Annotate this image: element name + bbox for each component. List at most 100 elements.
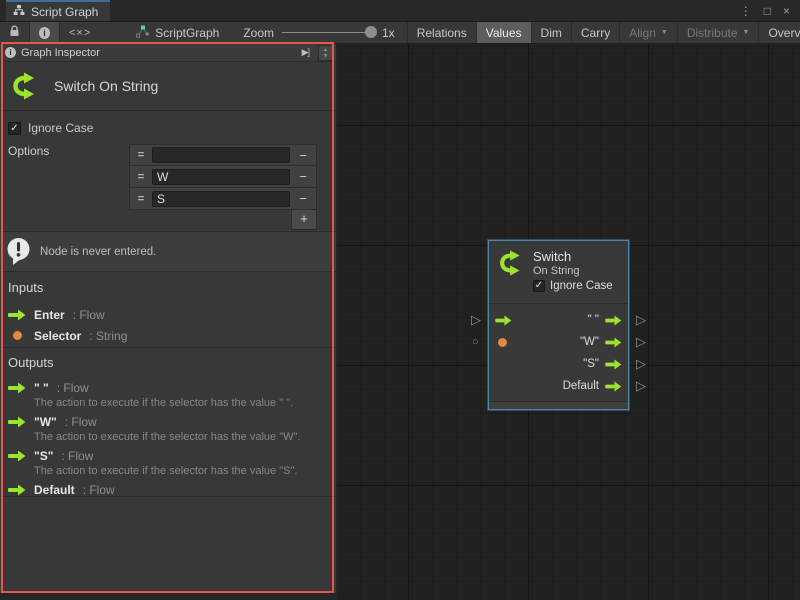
- inputs-heading: Inputs: [8, 280, 328, 295]
- port-type: : String: [89, 329, 127, 343]
- maximize-icon[interactable]: □: [764, 4, 771, 18]
- remove-option-button[interactable]: −: [290, 169, 316, 184]
- ignore-case-checkbox[interactable]: ✓: [533, 280, 545, 292]
- port-description: The action to execute if the selector ha…: [34, 431, 328, 443]
- graph-inspector-header: i Graph Inspector ▶] ▲ ▼: [0, 44, 336, 62]
- zoom-slider[interactable]: [282, 32, 374, 33]
- enter-port-icon[interactable]: [495, 315, 512, 326]
- option-input[interactable]: W: [152, 169, 290, 185]
- node-footer: [489, 401, 628, 409]
- align-button: Align ▼: [620, 22, 678, 43]
- zoom-slider-handle[interactable]: [365, 26, 377, 38]
- external-flow-port-icon[interactable]: ▷: [636, 335, 646, 348]
- switch-node[interactable]: Switch On String ✓ Ignore Case: [488, 240, 629, 410]
- port-type: : Flow: [65, 415, 97, 429]
- port-name: Selector: [34, 329, 81, 343]
- tab-script-graph[interactable]: Script Graph: [6, 0, 110, 21]
- options-label: Options: [8, 144, 49, 158]
- output-port-label: " ": [588, 314, 599, 326]
- flow-out-icon[interactable]: [605, 315, 622, 326]
- zoom-label: Zoom: [243, 26, 274, 40]
- output-port-label: Default: [563, 380, 599, 392]
- external-value-port-icon[interactable]: ○: [472, 336, 479, 349]
- drag-handle-icon[interactable]: =: [130, 149, 152, 161]
- tab-title: Script Graph: [31, 5, 98, 19]
- graph-canvas[interactable]: Switch On String ✓ Ignore Case: [337, 44, 800, 600]
- output-port-row: "W" : Flow: [8, 413, 328, 430]
- inspector-toggle-button[interactable]: i: [30, 22, 60, 43]
- flow-out-icon[interactable]: [605, 381, 622, 392]
- close-icon[interactable]: ×: [783, 4, 790, 18]
- dim-button[interactable]: Dim: [532, 22, 572, 43]
- outputs-section: Outputs " " : Flow The action to execute…: [0, 348, 336, 497]
- node-subtitle: On String: [533, 265, 613, 277]
- carry-button[interactable]: Carry: [572, 22, 620, 43]
- zoom-control: Zoom 1x: [229, 22, 404, 43]
- panel-spinner[interactable]: ▲ ▼: [318, 45, 333, 61]
- overview-button[interactable]: Overview: [759, 22, 800, 43]
- ignore-case-checkbox[interactable]: ✓: [8, 122, 21, 135]
- remove-option-button[interactable]: −: [290, 148, 316, 163]
- inspector-empty-area: [0, 497, 336, 593]
- output-port-row: "S" : Flow: [8, 447, 328, 464]
- option-input[interactable]: S: [152, 191, 290, 207]
- outputs-heading: Outputs: [8, 355, 328, 370]
- drag-handle-icon[interactable]: =: [130, 171, 152, 183]
- node-title: Switch On String: [54, 78, 158, 94]
- flow-out-icon[interactable]: [605, 337, 622, 348]
- external-flow-port-icon[interactable]: ▷: [471, 313, 481, 326]
- graph-name-label: ScriptGraph: [155, 26, 219, 40]
- flow-arrow-icon: [8, 416, 26, 428]
- output-port-row: " " : Flow: [8, 379, 328, 396]
- values-button[interactable]: Values: [477, 22, 532, 43]
- lock-button[interactable]: [0, 22, 30, 43]
- switch-node-header[interactable]: Switch On String ✓ Ignore Case: [489, 241, 628, 303]
- window-menu-icon[interactable]: ⋮: [740, 4, 752, 18]
- input-port-row: Enter : Flow: [8, 304, 328, 325]
- port-type: : Flow: [57, 381, 89, 395]
- distribute-button: Distribute ▼: [678, 22, 760, 43]
- switch-node-wrap: Switch On String ✓ Ignore Case: [488, 240, 629, 410]
- zoom-value: 1x: [382, 26, 395, 40]
- node-settings: ✓ Ignore Case Options = − = W: [0, 111, 336, 232]
- port-name: "S": [34, 449, 53, 463]
- options-list: = − = W − = S −: [129, 144, 317, 230]
- remove-option-button[interactable]: −: [290, 191, 316, 206]
- script-graph-icon: [136, 25, 149, 41]
- external-flow-port-icon[interactable]: ▷: [636, 313, 646, 326]
- warning-banner: Node is never entered.: [0, 232, 336, 272]
- port-name: Default: [34, 483, 75, 497]
- ignore-case-label: Ignore Case: [550, 280, 613, 292]
- external-flow-port-icon[interactable]: ▷: [636, 357, 646, 370]
- port-name: "W": [34, 415, 57, 429]
- option-row: = −: [129, 144, 317, 166]
- flow-arrow-icon: [8, 309, 26, 321]
- switch-node-icon: [10, 70, 42, 102]
- external-flow-port-icon[interactable]: ▷: [636, 379, 646, 392]
- graph-breadcrumb[interactable]: ScriptGraph: [126, 22, 229, 43]
- relations-button[interactable]: Relations: [408, 22, 477, 43]
- toolbar-button-group: Relations Values Dim Carry Align ▼ Distr…: [407, 22, 800, 43]
- output-port-label: "S": [583, 358, 599, 370]
- switch-node-icon: [497, 248, 527, 278]
- ignore-case-label: Ignore Case: [28, 121, 93, 135]
- dock-icon[interactable]: ▶]: [298, 47, 313, 58]
- window-titlebar: Script Graph ⋮ □ ×: [0, 0, 800, 22]
- port-type: : Flow: [83, 483, 115, 497]
- add-option-button[interactable]: +: [291, 210, 317, 230]
- port-name: Enter: [34, 308, 65, 322]
- switch-node-body: " " "W": [489, 304, 628, 401]
- lock-icon: [9, 25, 20, 40]
- node-title: Switch: [533, 249, 613, 264]
- spin-down-icon[interactable]: ▼: [323, 53, 328, 59]
- drag-handle-icon[interactable]: =: [130, 193, 152, 205]
- warning-text: Node is never entered.: [40, 246, 156, 258]
- selector-port-icon[interactable]: [498, 338, 507, 347]
- input-port-row: Selector : String: [8, 325, 328, 346]
- value-dot-icon: [13, 331, 22, 340]
- option-input[interactable]: [152, 147, 290, 163]
- code-view-button[interactable]: <×>: [60, 22, 100, 43]
- flow-arrow-icon: [8, 484, 26, 496]
- graph-inspector-panel: i Graph Inspector ▶] ▲ ▼ Switch On Strin…: [0, 44, 337, 593]
- flow-out-icon[interactable]: [605, 359, 622, 370]
